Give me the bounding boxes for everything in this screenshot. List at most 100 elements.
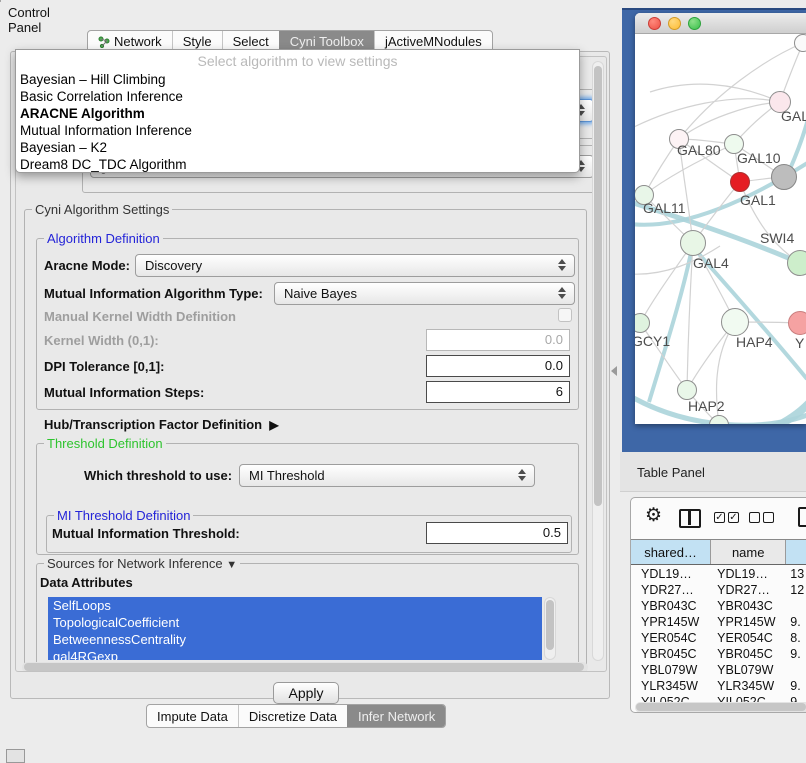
table-row[interactable]: YBL079WYBL079W [631,662,806,678]
column-header-partial[interactable] [786,540,806,564]
apply-button[interactable]: Apply [273,682,339,704]
deselect-all-columns-icon[interactable] [749,512,774,523]
unchecked-box-icon [763,512,774,523]
node-gal1[interactable] [730,172,750,192]
algorithm-definition-legend: Algorithm Definition [44,231,163,246]
menu-item-basic-correlation[interactable]: Basic Correlation Inference [16,88,579,105]
gear-icon[interactable]: ⚙ [645,504,662,527]
aracne-mode-label: Aracne Mode: [44,258,130,273]
cyni-bottom-tabs: Impute Data Discretize Data Infer Networ… [146,704,446,728]
node-salmon[interactable] [788,311,806,335]
node-label: SWI4 [760,230,794,246]
expand-right-icon[interactable]: ▶ [269,418,278,432]
table-panel: ⚙ ✓✓ shared… name YDL19…YDL19…13 YDR27…Y… [630,497,806,713]
cyni-algorithm-settings-legend: Cyni Algorithm Settings [32,202,172,217]
node-label: GAL [781,108,806,124]
table-row[interactable]: YPR145WYPR145W9. [631,614,806,630]
mi-threshold-label: Mutual Information Threshold: [52,526,240,541]
hub-definition-label[interactable]: Hub/Transcription Factor Definition ▶ [44,417,279,432]
column-header-name[interactable]: name [711,540,786,564]
data-attributes-list: SelfLoops TopologicalCoefficient Between… [48,597,542,660]
node-hap2[interactable] [677,380,697,400]
stepper-icon [558,287,566,299]
sources-legend[interactable]: Sources for Network Inference ▼ [44,556,240,571]
table-row[interactable]: YDL19…YDL19…13 [631,566,806,582]
mi-algorithm-type-combo[interactable]: Naive Bayes [274,282,575,305]
tab-infer-network[interactable]: Infer Network [347,705,445,727]
export-table-icon[interactable] [798,507,806,527]
which-threshold-label: Which threshold to use: [84,468,232,483]
table-row[interactable]: YBR043CYBR043C [631,598,806,614]
node-label: GAL10 [737,150,781,166]
checked-box-icon: ✓ [714,512,725,523]
manual-kernel-width-label: Manual Kernel Width Definition [44,309,236,324]
which-threshold-combo[interactable]: MI Threshold [239,464,535,487]
settings-vertical-scrollbar[interactable] [592,61,604,661]
tab-discretize-data[interactable]: Discretize Data [238,705,347,727]
attributes-scrollbar[interactable] [544,597,556,660]
tab-network-label: Network [114,34,162,49]
node-gal4[interactable] [680,230,706,256]
panel-splitter-arrow[interactable] [611,366,617,376]
settings-horizontal-scrollbar[interactable] [22,662,588,672]
list-item[interactable]: SelfLoops [48,597,542,614]
table-row[interactable]: YLR345WYLR345W9. [631,678,806,694]
aracne-mode-combo[interactable]: Discovery [135,254,575,277]
node-swi4[interactable] [787,250,806,276]
node-label: Y [795,335,804,351]
manual-kernel-width-checkbox[interactable] [558,308,572,322]
table-panel-title: Table Panel [637,465,705,480]
control-panel-title: Control Panel [8,5,50,35]
table-row[interactable]: YIL052CYIL052C9 [631,694,806,702]
node-label: HAP4 [736,334,773,350]
table-header-row: shared… name [631,539,806,565]
node-top[interactable] [794,34,806,52]
kernel-width-label: Kernel Width (0,1): [44,333,159,348]
node-label: HAP2 [688,398,725,414]
kernel-width-field[interactable]: 0.0 [426,329,570,351]
data-attributes-label: Data Attributes [40,575,133,590]
mi-algorithm-type-label: Mutual Information Algorithm Type: [44,286,263,301]
close-traffic-light[interactable] [648,17,661,30]
mi-steps-field[interactable]: 6 [426,381,570,403]
minimize-traffic-light[interactable] [668,17,681,30]
node-label: GAL1 [740,192,776,208]
minimized-panel-button[interactable] [6,749,25,763]
table-row[interactable]: YDR27…YDR27…12 [631,582,806,598]
stepper-icon [518,469,526,481]
table-row[interactable]: YBR045CYBR045C9. [631,646,806,662]
threshold-definition-legend: Threshold Definition [44,436,166,451]
list-item[interactable]: TopologicalCoefficient [48,614,542,631]
select-all-columns-icon[interactable]: ✓✓ [714,512,739,523]
mi-threshold-field[interactable]: 0.5 [426,522,568,544]
list-item[interactable]: BetweennessCentrality [48,631,542,648]
menu-item-bayesian-hill-climbing[interactable]: Bayesian – Hill Climbing [16,71,579,88]
node-label: GCY1 [635,333,670,349]
node-hap4[interactable] [721,308,749,336]
menu-item-bayesian-k2[interactable]: Bayesian – K2 [16,139,579,156]
network-view-window: GAL GAL80 GAL10 GAL1 GAL11 SWI4 GAL4 GCY… [635,13,806,424]
node-label: GAL4 [693,255,729,271]
node-gray[interactable] [771,164,797,190]
network-icon [98,36,110,48]
dpi-tolerance-label: DPI Tolerance [0,1]: [44,359,164,374]
column-header-shared-name[interactable]: shared… [631,540,711,564]
network-canvas[interactable]: GAL GAL80 GAL10 GAL1 GAL11 SWI4 GAL4 GCY… [635,34,806,424]
network-window-titlebar [635,13,806,34]
algorithm-dropdown-popup: Select algorithm to view settings Bayesi… [15,49,580,173]
menu-item-mutual-information[interactable]: Mutual Information Inference [16,122,579,139]
menu-item-dream8[interactable]: Dream8 DC_TDC Algorithm [16,156,579,173]
menu-item-aracne[interactable]: ARACNE Algorithm [16,105,579,122]
list-item[interactable]: gal4RGexp [48,648,542,660]
dpi-tolerance-field[interactable]: 0.0 [426,355,570,377]
algorithm-dropdown-prompt: Select algorithm to view settings [16,50,579,71]
mi-steps-label: Mutual Information Steps: [44,385,204,400]
table-row[interactable]: YER054CYER054C8. [631,630,806,646]
table-horizontal-scrollbar[interactable] [635,702,806,713]
tab-impute-data[interactable]: Impute Data [147,705,238,727]
split-columns-icon[interactable] [679,509,701,528]
collapse-down-icon[interactable]: ▼ [226,559,237,571]
control-panel-window: Control Panel ✕ Network Style Select Cyn… [0,0,1,2]
checked-box-icon: ✓ [728,512,739,523]
zoom-traffic-light[interactable] [688,17,701,30]
